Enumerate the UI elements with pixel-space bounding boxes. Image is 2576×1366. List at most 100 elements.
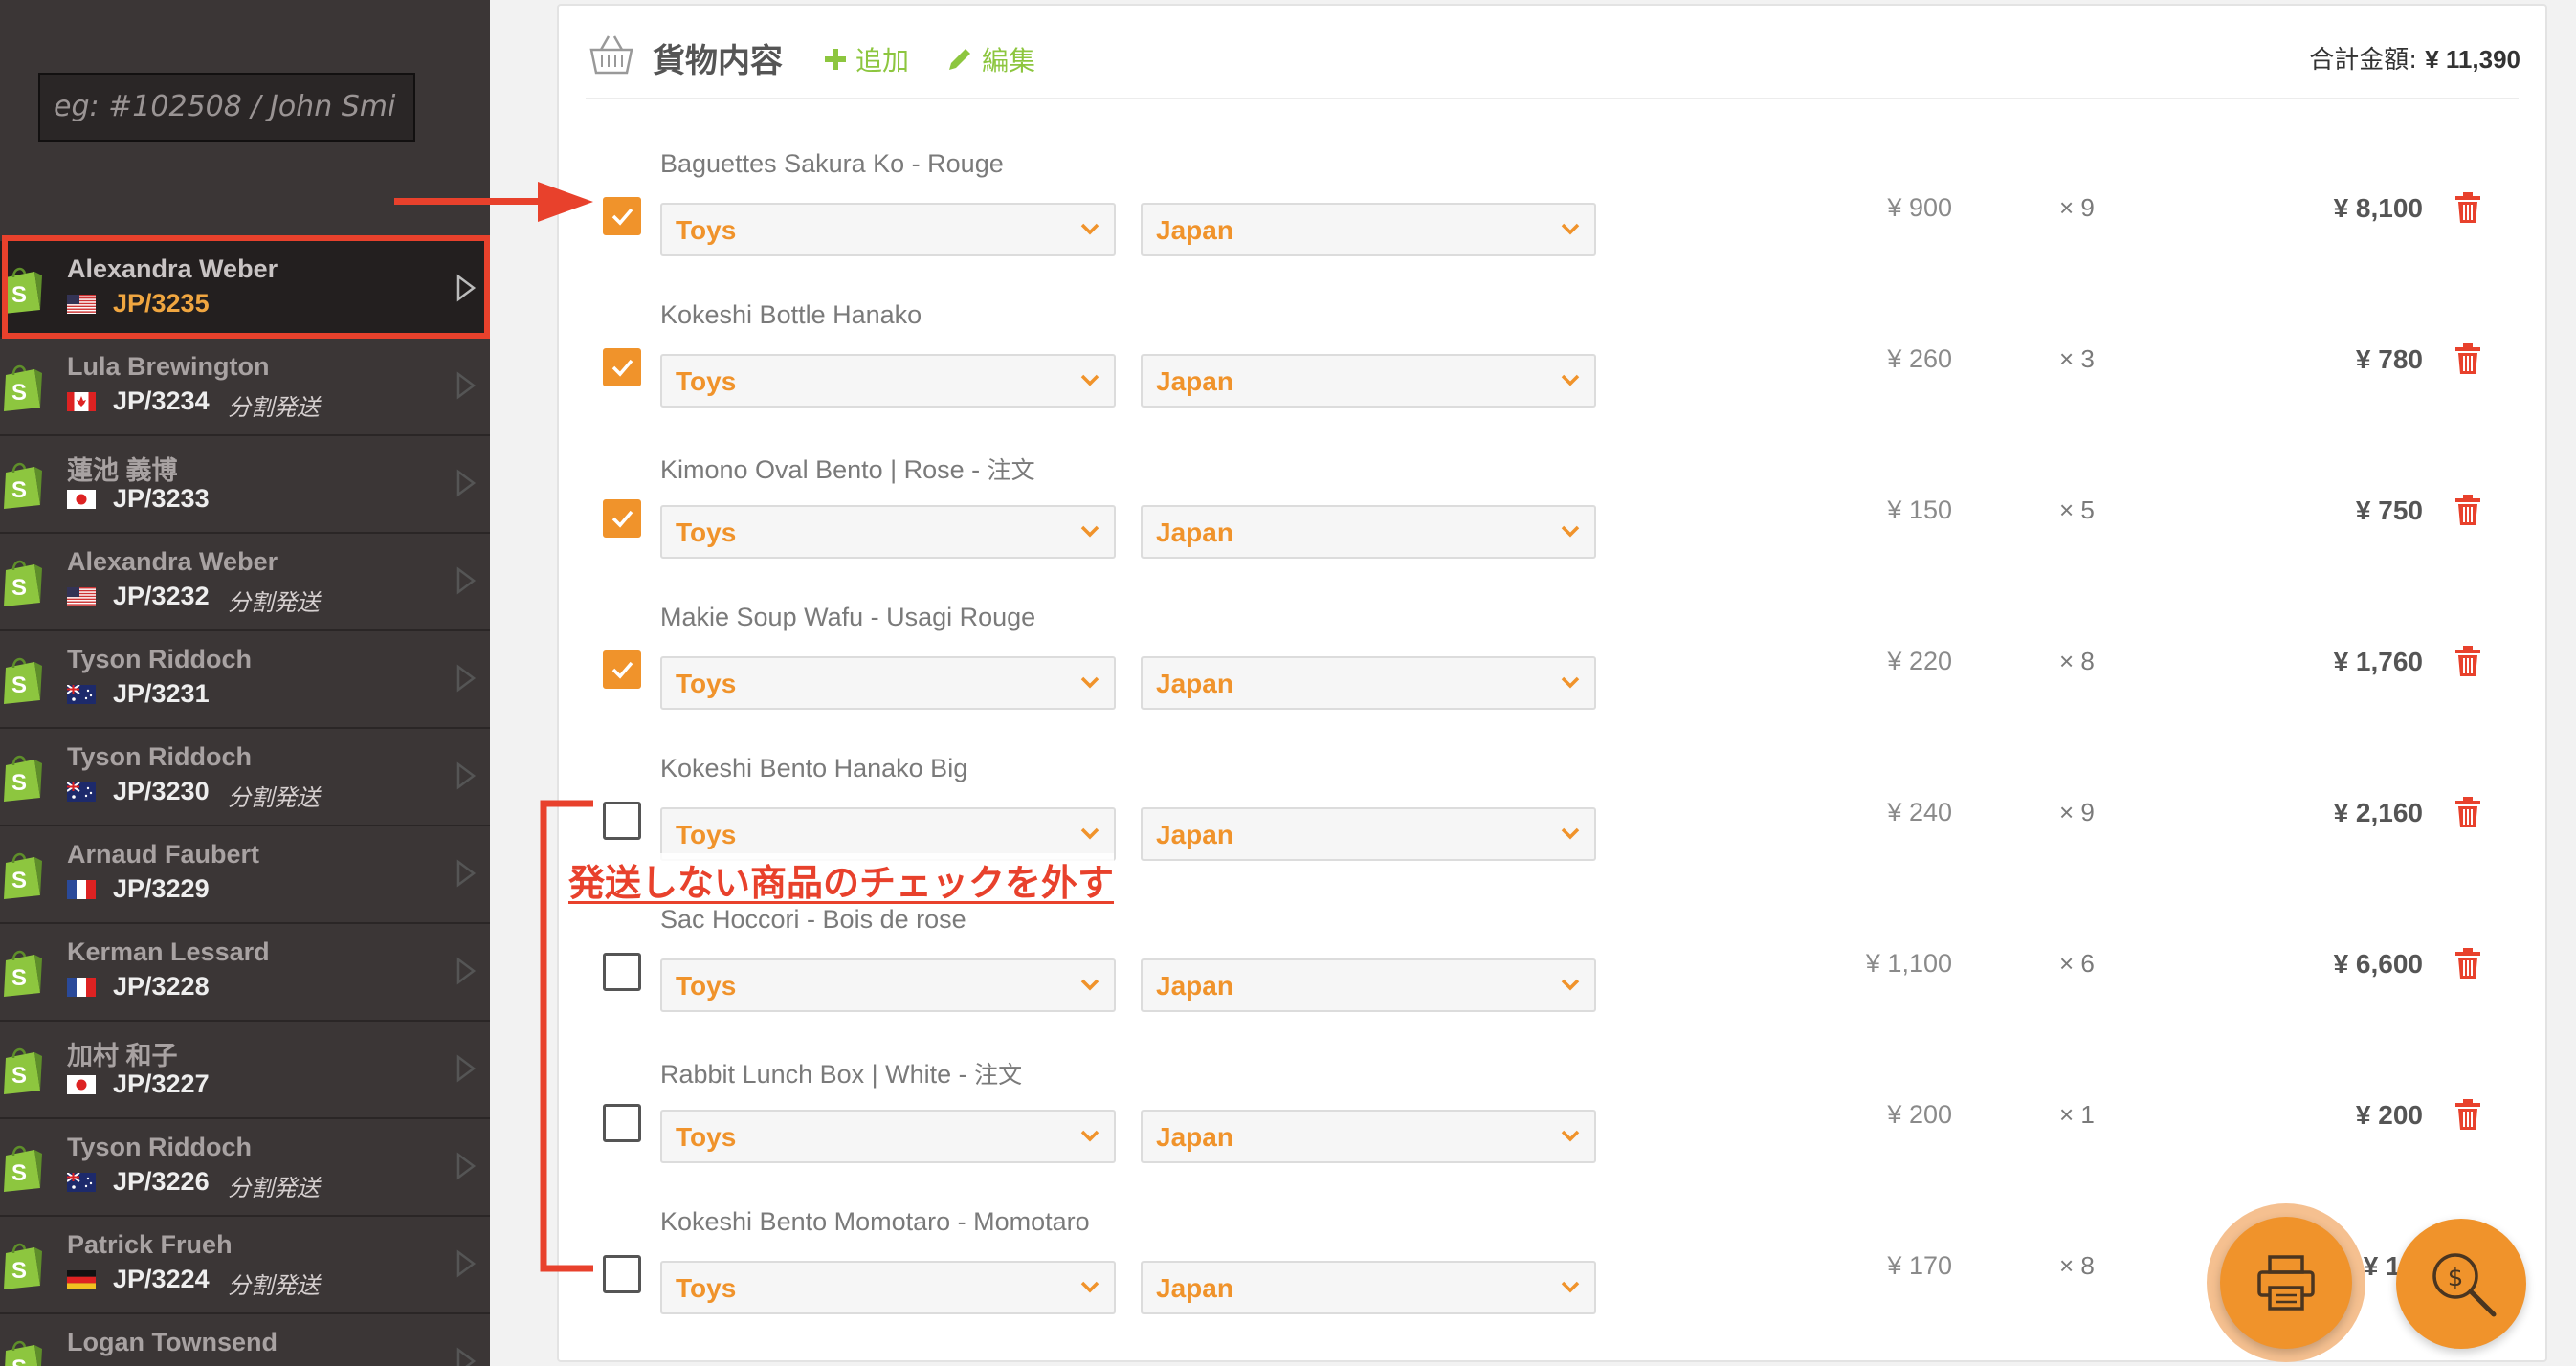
origin-country-select-value: Japan bbox=[1156, 1273, 1233, 1303]
item-name-text: Kimono Oval Bento | Rose - bbox=[660, 455, 988, 484]
chevron-right-icon bbox=[456, 1347, 477, 1366]
order-customer-name: Logan Townsend bbox=[67, 1328, 278, 1356]
trash-icon[interactable] bbox=[2454, 1098, 2482, 1131]
split-shipment-tag: 分割発送 bbox=[228, 1176, 320, 1201]
annotation-arrow bbox=[394, 182, 593, 222]
order-customer-name: Lula Brewington bbox=[67, 352, 270, 381]
order-search-input[interactable]: eg: #102508 / John Smi bbox=[38, 73, 415, 142]
trash-icon[interactable] bbox=[2454, 342, 2482, 375]
origin-country-select[interactable]: Japan bbox=[1141, 1110, 1596, 1163]
order-item[interactable]: S Patrick Frueh JP/3224 分割発送 bbox=[0, 1217, 490, 1314]
svg-text:S: S bbox=[11, 1063, 27, 1089]
price-search-icon: $ bbox=[2432, 1253, 2497, 1317]
line-subtotal: ¥ 750 bbox=[2355, 496, 2423, 525]
ship-item-checkbox[interactable] bbox=[603, 953, 641, 991]
order-item[interactable]: S 加村 和子 JP/3227 bbox=[0, 1022, 490, 1119]
order-item[interactable]: S 蓮池 義博 JP/3233 bbox=[0, 436, 490, 534]
item-name-text: Sac Hoccori - Bois de rose bbox=[660, 905, 966, 934]
cargo-item-row: Kimono Oval Bento | Rose - 注文 Toys Japan ¥ … bbox=[559, 450, 2545, 601]
order-item[interactable]: S Logan Townsend bbox=[0, 1314, 490, 1366]
trash-icon[interactable] bbox=[2454, 191, 2482, 224]
origin-country-select[interactable]: Japan bbox=[1141, 505, 1596, 559]
order-item[interactable]: S Tyson Riddoch JP/3230 分割発送 bbox=[0, 729, 490, 826]
chevron-down-icon bbox=[1080, 1281, 1099, 1293]
trash-icon[interactable] bbox=[2454, 947, 2482, 980]
category-select[interactable]: Toys bbox=[660, 958, 1116, 1012]
item-name-suffix: 注文 bbox=[987, 456, 1035, 484]
annotation-text: 発送しない商品のチェックを外す bbox=[568, 853, 1115, 906]
item-name-text: Kokeshi Bento Momotaro - Momotaro bbox=[660, 1207, 1090, 1236]
item-name: Makie Soup Wafu - Usagi Rouge bbox=[660, 603, 1035, 632]
order-item[interactable]: S Alexandra Weber JP/3232 分割発送 bbox=[0, 534, 490, 631]
order-item[interactable]: S Kerman Lessard JP/3228 bbox=[0, 924, 490, 1022]
ship-item-checkbox[interactable] bbox=[603, 802, 641, 840]
item-name-text: Rabbit Lunch Box | White - bbox=[660, 1060, 975, 1089]
origin-country-select-value: Japan bbox=[1156, 518, 1233, 547]
chevron-right-icon bbox=[456, 664, 477, 693]
category-select-value: Toys bbox=[676, 1122, 737, 1152]
item-name: Baguettes Sakura Ko - Rouge bbox=[660, 149, 1004, 179]
origin-country-select[interactable]: Japan bbox=[1141, 958, 1596, 1012]
country-flag-icon bbox=[67, 392, 96, 411]
category-select[interactable]: Toys bbox=[660, 1261, 1116, 1314]
chevron-right-icon bbox=[456, 859, 477, 888]
item-name: Rabbit Lunch Box | White - 注文 bbox=[660, 1056, 1022, 1091]
chevron-right-icon bbox=[456, 1249, 477, 1278]
ship-item-checkbox[interactable] bbox=[603, 197, 641, 235]
shopify-icon: S bbox=[4, 950, 42, 997]
print-button[interactable] bbox=[2207, 1203, 2365, 1362]
order-item[interactable]: S Arnaud Faubert JP/3229 bbox=[0, 826, 490, 924]
origin-country-select[interactable]: Japan bbox=[1141, 1261, 1596, 1314]
chevron-right-icon bbox=[456, 371, 477, 400]
category-select[interactable]: Toys bbox=[660, 354, 1116, 408]
split-shipment-tag: 分割発送 bbox=[228, 395, 320, 421]
svg-text:S: S bbox=[11, 1355, 27, 1366]
cargo-item-row: Sac Hoccori - Bois de rose Toys Japan ¥ 1,1… bbox=[559, 903, 2545, 1054]
edit-items-button[interactable]: 編集 bbox=[945, 40, 1035, 78]
trash-icon[interactable] bbox=[2454, 494, 2482, 526]
order-item[interactable]: S Tyson Riddoch JP/3231 bbox=[0, 631, 490, 729]
origin-country-select[interactable]: Japan bbox=[1141, 203, 1596, 256]
ship-item-checkbox[interactable] bbox=[603, 499, 641, 538]
panel-header: 貨物内容 追加 編集 合計金額: ¥ 11,390 bbox=[559, 6, 2545, 101]
order-customer-name: Tyson Riddoch bbox=[67, 742, 252, 771]
order-item[interactable]: S Alexandra Weber JP/3235 bbox=[0, 241, 490, 339]
order-item[interactable]: S Tyson Riddoch JP/3226 分割発送 bbox=[0, 1119, 490, 1217]
country-flag-icon bbox=[67, 295, 96, 314]
svg-text:S: S bbox=[11, 1160, 27, 1186]
quantity: × 8 bbox=[2059, 647, 2095, 675]
category-select[interactable]: Toys bbox=[660, 1110, 1116, 1163]
origin-country-select[interactable]: Japan bbox=[1141, 656, 1596, 710]
cargo-item-row: Baguettes Sakura Ko - Rouge Toys Japan ¥ 90… bbox=[559, 147, 2545, 298]
order-customer-name: 蓮池 義博 bbox=[67, 456, 178, 485]
order-number: JP/3227 bbox=[113, 1069, 210, 1098]
price-search-button[interactable]: $ bbox=[2396, 1219, 2526, 1349]
unit-price: ¥ 900 bbox=[1887, 193, 1952, 222]
order-number: JP/3234 bbox=[113, 386, 210, 415]
chevron-right-icon bbox=[456, 957, 477, 985]
category-select[interactable]: Toys bbox=[660, 505, 1116, 559]
order-customer-name: Tyson Riddoch bbox=[67, 645, 252, 673]
ship-item-checkbox[interactable] bbox=[603, 1104, 641, 1142]
origin-country-select-value: Japan bbox=[1156, 820, 1233, 849]
trash-icon[interactable] bbox=[2454, 796, 2482, 828]
order-item[interactable]: S Lula Brewington JP/3234 分割発送 bbox=[0, 339, 490, 436]
country-flag-icon bbox=[67, 685, 96, 704]
split-shipment-tag: 分割発送 bbox=[228, 590, 320, 616]
ship-item-checkbox[interactable] bbox=[603, 348, 641, 386]
item-name-suffix: 注文 bbox=[974, 1061, 1023, 1089]
order-customer-name: Patrick Frueh bbox=[67, 1230, 233, 1259]
origin-country-select[interactable]: Japan bbox=[1141, 354, 1596, 408]
origin-country-select[interactable]: Japan bbox=[1141, 807, 1596, 861]
chevron-down-icon bbox=[1080, 827, 1099, 840]
chevron-down-icon bbox=[1561, 827, 1580, 840]
trash-icon[interactable] bbox=[2454, 645, 2482, 677]
add-item-button[interactable]: 追加 bbox=[823, 40, 909, 78]
category-select-value: Toys bbox=[676, 518, 737, 547]
category-select[interactable]: Toys bbox=[660, 203, 1116, 256]
category-select-value: Toys bbox=[676, 1273, 737, 1303]
ship-item-checkbox[interactable] bbox=[603, 650, 641, 689]
origin-country-select-value: Japan bbox=[1156, 215, 1233, 245]
ship-item-checkbox[interactable] bbox=[603, 1255, 641, 1293]
category-select[interactable]: Toys bbox=[660, 656, 1116, 710]
